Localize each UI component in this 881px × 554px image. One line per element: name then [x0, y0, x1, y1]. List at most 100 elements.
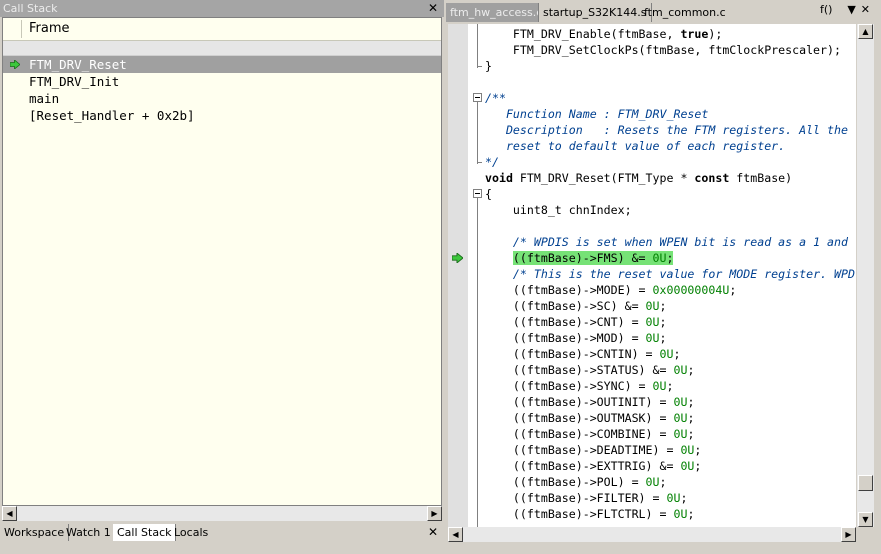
code-token: ;	[694, 459, 702, 473]
scroll-right-button[interactable]: ▶	[427, 506, 442, 521]
code-line: /**	[485, 90, 506, 106]
code-token: 0U	[666, 491, 681, 505]
code-token: ;	[687, 411, 695, 425]
code-line: uint8_t chnIndex;	[485, 202, 632, 218]
call-stack-frame[interactable]: FTM_DRV_Reset	[3, 56, 441, 73]
frame-label: [Reset_Handler + 0x2b]	[29, 108, 195, 123]
tab-startup-s32k144[interactable]: startup_S32K144.s	[539, 3, 652, 22]
horizontal-scrollbar[interactable]: ◀ ▶	[2, 506, 442, 521]
code-token: Function Name : FTM_DRV_Reset	[485, 107, 709, 121]
scroll-down-button[interactable]: ▼	[858, 512, 873, 527]
code-token: ((ftmBase)->CNTIN) =	[485, 347, 660, 361]
code-token: FTM_DRV_Enable(ftmBase,	[485, 27, 681, 41]
function-menu-button[interactable]: f()	[820, 3, 832, 16]
code-line: ((ftmBase)->SYNC) = 0U;	[485, 378, 674, 394]
code-token: 0U	[673, 363, 688, 377]
call-stack-frame[interactable]: FTM_DRV_Init	[3, 73, 441, 90]
code-token: ;	[659, 475, 667, 489]
code-line: reset to default value of each register.	[485, 138, 785, 154]
code-token: Description : Resets the FTM registers. …	[485, 123, 848, 137]
list-spacer	[3, 41, 441, 56]
horizontal-scrollbar[interactable]: ◀ ▶	[448, 527, 856, 542]
code-line: ((ftmBase)->CNTIN) = 0U;	[485, 346, 681, 362]
code-token: ;	[729, 283, 737, 297]
tab-locals[interactable]: Locals	[170, 524, 212, 541]
tab-ftm-hw-access[interactable]: ftm_hw_access.c	[446, 3, 539, 22]
vertical-scrollbar[interactable]: ▲ ▼	[857, 24, 874, 527]
code-line: ((ftmBase)->OUTINIT) = 0U;	[485, 394, 695, 410]
scrollbar-thumb[interactable]	[858, 475, 873, 491]
code-token: ((ftmBase)->MODE) =	[485, 283, 653, 297]
close-icon[interactable]: ✕	[861, 3, 875, 16]
code-token: 0U	[645, 315, 660, 329]
breakpoint-gutter[interactable]	[448, 24, 468, 527]
code-line: ((ftmBase)->DEADTIME) = 0U;	[485, 442, 702, 458]
code-token: ;	[687, 427, 695, 441]
code-token: 0U	[673, 507, 688, 521]
code-token: ;	[666, 379, 674, 393]
code-token: /* This is the reset value for MODE regi…	[512, 267, 855, 281]
tab-ftm-common[interactable]: ftm_common.c	[640, 3, 730, 22]
code-line: ((ftmBase)->COMBINE) = 0U;	[485, 426, 695, 442]
code-line: ((ftmBase)->FLTCTRL) = 0U;	[485, 506, 695, 522]
scroll-left-button[interactable]: ◀	[2, 506, 17, 521]
code-token: ((ftmBase)->MOD) =	[485, 331, 646, 345]
code-token: ((ftmBase)->EXTTRIG) &=	[485, 459, 681, 473]
code-token: 0U	[680, 443, 695, 457]
frame-header-label: Frame	[29, 21, 70, 36]
scroll-right-button[interactable]: ▶	[841, 527, 856, 542]
fold-guide	[477, 198, 478, 527]
code-token: ;	[687, 363, 695, 377]
call-stack-frame[interactable]: main	[3, 90, 441, 107]
code-line: */	[485, 154, 499, 170]
call-stack-list[interactable]: Frame FTM_DRV_Reset FTM_DRV_Init main [Rese…	[2, 17, 442, 506]
code-token: 0U	[680, 459, 695, 473]
code-line: /* This is the reset value for MODE regi…	[485, 266, 855, 282]
fold-toggle-icon[interactable]	[473, 189, 482, 198]
tab-workspace[interactable]: Workspace	[0, 524, 70, 541]
close-icon[interactable]: ✕	[428, 0, 438, 17]
code-token: ;	[673, 347, 681, 361]
code-line: ((ftmBase)->POL) = 0U;	[485, 474, 667, 490]
code-line: }	[485, 58, 492, 74]
current-line-arrow-icon	[449, 250, 463, 266]
fold-guide-end	[477, 66, 482, 67]
call-stack-frame[interactable]: [Reset_Handler + 0x2b]	[3, 107, 441, 124]
code-line: ((ftmBase)->EXTTRIG) &= 0U;	[485, 458, 702, 474]
frame-column-header[interactable]: Frame	[3, 18, 441, 41]
close-icon[interactable]: ✕	[428, 524, 438, 541]
code-line: Function Name : FTM_DRV_Reset	[485, 106, 708, 122]
code-token: ;	[666, 251, 674, 265]
call-stack-title: Call Stack	[3, 2, 58, 15]
code-token: ((ftmBase)->STATUS) &=	[485, 363, 674, 377]
code-editor[interactable]: FTM_DRV_Enable(ftmBase, true); FTM_DRV_S…	[448, 24, 856, 527]
scroll-left-button[interactable]: ◀	[448, 527, 463, 542]
code-token: 0U	[673, 395, 688, 409]
tab-watch-1[interactable]: Watch 1	[62, 524, 116, 541]
code-token: ((ftmBase)->DEADTIME) =	[485, 443, 681, 457]
scroll-up-button[interactable]: ▲	[858, 24, 873, 39]
code-token: FTM_DRV_Reset(FTM_Type *	[512, 171, 695, 185]
code-token: ;	[687, 507, 695, 521]
code-token: ;	[659, 331, 667, 345]
code-token: 0U	[645, 475, 660, 489]
code-token: }	[485, 59, 492, 73]
code-line: ((ftmBase)->OUTMASK) = 0U;	[485, 410, 695, 426]
code-line: void FTM_DRV_Reset(FTM_Type * const ftmB…	[485, 170, 792, 186]
code-token: 0x00000004U	[652, 283, 730, 297]
code-line: Description : Resets the FTM registers. …	[485, 122, 848, 138]
code-token: void	[485, 171, 513, 185]
code-token: ((ftmBase)->FMS) &=	[512, 251, 653, 265]
chevron-down-icon[interactable]: ▼	[847, 3, 860, 16]
fold-guide	[477, 24, 478, 68]
tab-call-stack[interactable]: Call Stack	[113, 524, 177, 541]
fold-toggle-icon[interactable]	[473, 93, 482, 102]
code-line: ((ftmBase)->CNT) = 0U;	[485, 314, 667, 330]
code-token: ((ftmBase)->SC) &=	[485, 299, 646, 313]
code-line: FTM_DRV_Enable(ftmBase, true);	[485, 26, 722, 42]
code-token: 0U	[645, 299, 660, 313]
code-token: const	[694, 171, 730, 185]
